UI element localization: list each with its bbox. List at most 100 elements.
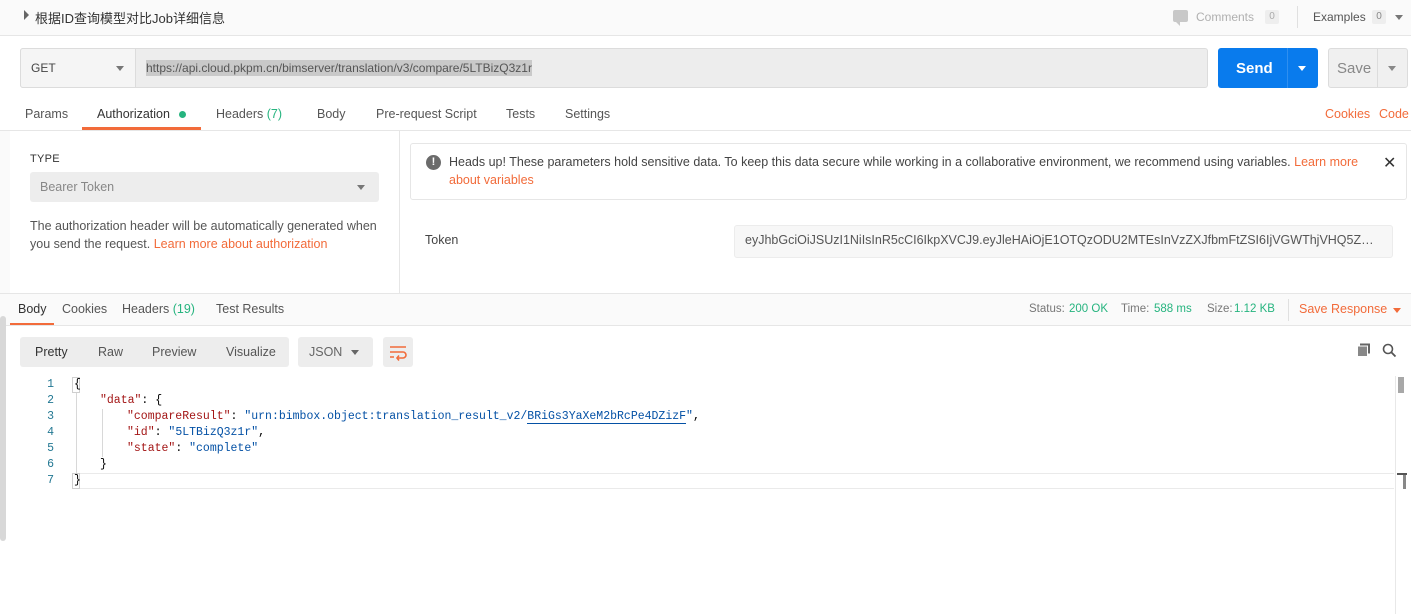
divider bbox=[399, 131, 400, 294]
headers-count: (7) bbox=[266, 107, 283, 121]
tab-response-headers[interactable]: Headers (19) bbox=[122, 302, 195, 316]
comments-label[interactable]: Comments bbox=[1196, 10, 1254, 24]
json-punct: : bbox=[230, 410, 245, 423]
divider bbox=[0, 130, 1411, 131]
chevron-down-icon[interactable] bbox=[1393, 308, 1401, 313]
code-line[interactable]: { bbox=[74, 378, 81, 391]
divider bbox=[0, 325, 1411, 326]
close-icon[interactable]: ✕ bbox=[1383, 153, 1396, 173]
tab-authorization[interactable]: Authorization bbox=[97, 107, 170, 121]
view-pretty-button[interactable]: Pretty bbox=[35, 345, 68, 359]
editor-scrollbar[interactable] bbox=[1395, 376, 1396, 614]
json-key: "id" bbox=[127, 426, 155, 439]
examples-count-badge: 0 bbox=[1372, 10, 1386, 24]
indent-guide bbox=[102, 409, 103, 457]
line-number: 4 bbox=[47, 426, 54, 439]
learn-more-auth-link[interactable]: Learn more about authorization bbox=[154, 237, 328, 251]
time-label: Time: bbox=[1121, 303, 1150, 315]
chevron-down-icon[interactable] bbox=[357, 185, 365, 190]
copy-icon[interactable] bbox=[1357, 343, 1371, 357]
cookies-link[interactable]: Cookies bbox=[1325, 107, 1370, 121]
wrap-lines-button[interactable] bbox=[383, 337, 413, 367]
tab-tests[interactable]: Tests bbox=[506, 107, 535, 121]
tab-prerequest-script[interactable]: Pre-request Script bbox=[376, 107, 477, 121]
line-number: 3 bbox=[47, 410, 54, 423]
json-punct: : bbox=[154, 426, 169, 439]
search-icon[interactable] bbox=[1382, 343, 1397, 358]
status-label: Status: bbox=[1029, 303, 1065, 315]
size-value[interactable]: 1.12 KB bbox=[1234, 303, 1275, 315]
tab-params[interactable]: Params bbox=[25, 107, 68, 121]
code-line[interactable]: "data": { bbox=[100, 394, 162, 407]
save-button-label[interactable]: Save bbox=[1337, 60, 1371, 77]
view-visualize-button[interactable]: Visualize bbox=[226, 345, 276, 359]
url-text[interactable]: https://api.cloud.pkpm.cn/bimserver/tran… bbox=[146, 60, 532, 76]
json-string: "urn:bimbox.object:translation_result_v2… bbox=[244, 410, 528, 423]
warning-message: Heads up! These parameters hold sensitiv… bbox=[449, 153, 1374, 189]
code-line[interactable]: "state": "complete" bbox=[127, 442, 258, 455]
line-number: 7 bbox=[47, 474, 54, 487]
request-title[interactable]: 根据ID查询模型对比Job详细信息 bbox=[35, 8, 225, 27]
comments-count-badge: 0 bbox=[1265, 10, 1279, 24]
chevron-down-icon[interactable] bbox=[1395, 15, 1403, 20]
tab-response-cookies[interactable]: Cookies bbox=[62, 302, 107, 316]
json-key: "state" bbox=[127, 442, 176, 455]
status-value[interactable]: 200 OK bbox=[1069, 303, 1108, 315]
token-value[interactable]: eyJhbGciOiJSUzI1NiIsInR5cCI6IkpXVCJ9.eyJ… bbox=[745, 233, 1385, 247]
json-brace: } bbox=[100, 458, 107, 471]
left-gutter bbox=[0, 131, 10, 294]
wrap-lines-icon bbox=[390, 346, 407, 361]
json-string: " bbox=[686, 410, 693, 423]
indent-guide bbox=[76, 393, 77, 473]
code-line[interactable]: "compareResult": "urn:bimbox.object:tran… bbox=[127, 410, 700, 424]
format-value[interactable]: JSON bbox=[309, 345, 342, 359]
tab-settings[interactable]: Settings bbox=[565, 107, 610, 121]
save-options-chevron-icon[interactable] bbox=[1388, 66, 1396, 71]
method-value[interactable]: GET bbox=[31, 61, 56, 75]
tab-response-headers-label: Headers bbox=[122, 302, 170, 316]
scrollbar-marker bbox=[1403, 475, 1406, 489]
json-string: "complete" bbox=[189, 442, 259, 455]
json-string: "5LTBizQ3z1r" bbox=[168, 426, 259, 439]
size-label: Size: bbox=[1207, 303, 1233, 315]
warning-text: Heads up! These parameters hold sensitiv… bbox=[449, 155, 1291, 169]
save-response-button[interactable]: Save Response bbox=[1299, 302, 1387, 316]
view-preview-button[interactable]: Preview bbox=[152, 345, 196, 359]
left-scrollbar[interactable] bbox=[0, 316, 6, 541]
json-punct: : bbox=[175, 442, 190, 455]
tab-test-results[interactable]: Test Results bbox=[216, 302, 284, 316]
chevron-down-icon[interactable] bbox=[116, 66, 124, 71]
chevron-down-icon[interactable] bbox=[351, 350, 359, 355]
code-line[interactable]: } bbox=[74, 474, 81, 487]
divider bbox=[1297, 6, 1298, 28]
view-raw-button[interactable]: Raw bbox=[98, 345, 123, 359]
json-punct: : { bbox=[141, 394, 163, 407]
divider bbox=[1288, 299, 1289, 321]
examples-button[interactable]: Examples bbox=[1313, 10, 1366, 24]
auth-type-value[interactable]: Bearer Token bbox=[40, 180, 114, 194]
json-punct: , bbox=[692, 410, 700, 423]
divider bbox=[1377, 49, 1378, 87]
scrollbar-marker bbox=[1398, 377, 1404, 393]
json-punct: , bbox=[258, 426, 266, 439]
tab-headers[interactable]: Headers (7) bbox=[216, 107, 282, 121]
collapse-caret-icon[interactable] bbox=[24, 10, 29, 20]
tab-body[interactable]: Body bbox=[317, 107, 346, 121]
line-number: 6 bbox=[47, 458, 54, 471]
response-tab-bar bbox=[0, 294, 1411, 326]
time-value[interactable]: 588 ms bbox=[1154, 303, 1192, 315]
code-line[interactable]: "id": "5LTBizQ3z1r", bbox=[127, 426, 265, 439]
json-string-link[interactable]: BRiGs3YaXeM2bRcPe4DZizF bbox=[527, 410, 687, 424]
code-link[interactable]: Code bbox=[1379, 107, 1409, 121]
alert-icon: ! bbox=[426, 155, 441, 170]
comment-icon[interactable] bbox=[1173, 10, 1188, 26]
send-options-chevron-icon[interactable] bbox=[1298, 66, 1306, 71]
line-number: 2 bbox=[47, 394, 54, 407]
token-label: Token bbox=[425, 233, 459, 247]
tab-response-body[interactable]: Body bbox=[18, 302, 47, 316]
divider bbox=[1287, 48, 1288, 88]
send-button-label[interactable]: Send bbox=[1236, 60, 1273, 77]
code-line[interactable]: } bbox=[100, 458, 107, 471]
auth-description: The authorization header will be automat… bbox=[30, 217, 380, 253]
json-key: "compareResult" bbox=[127, 410, 231, 423]
